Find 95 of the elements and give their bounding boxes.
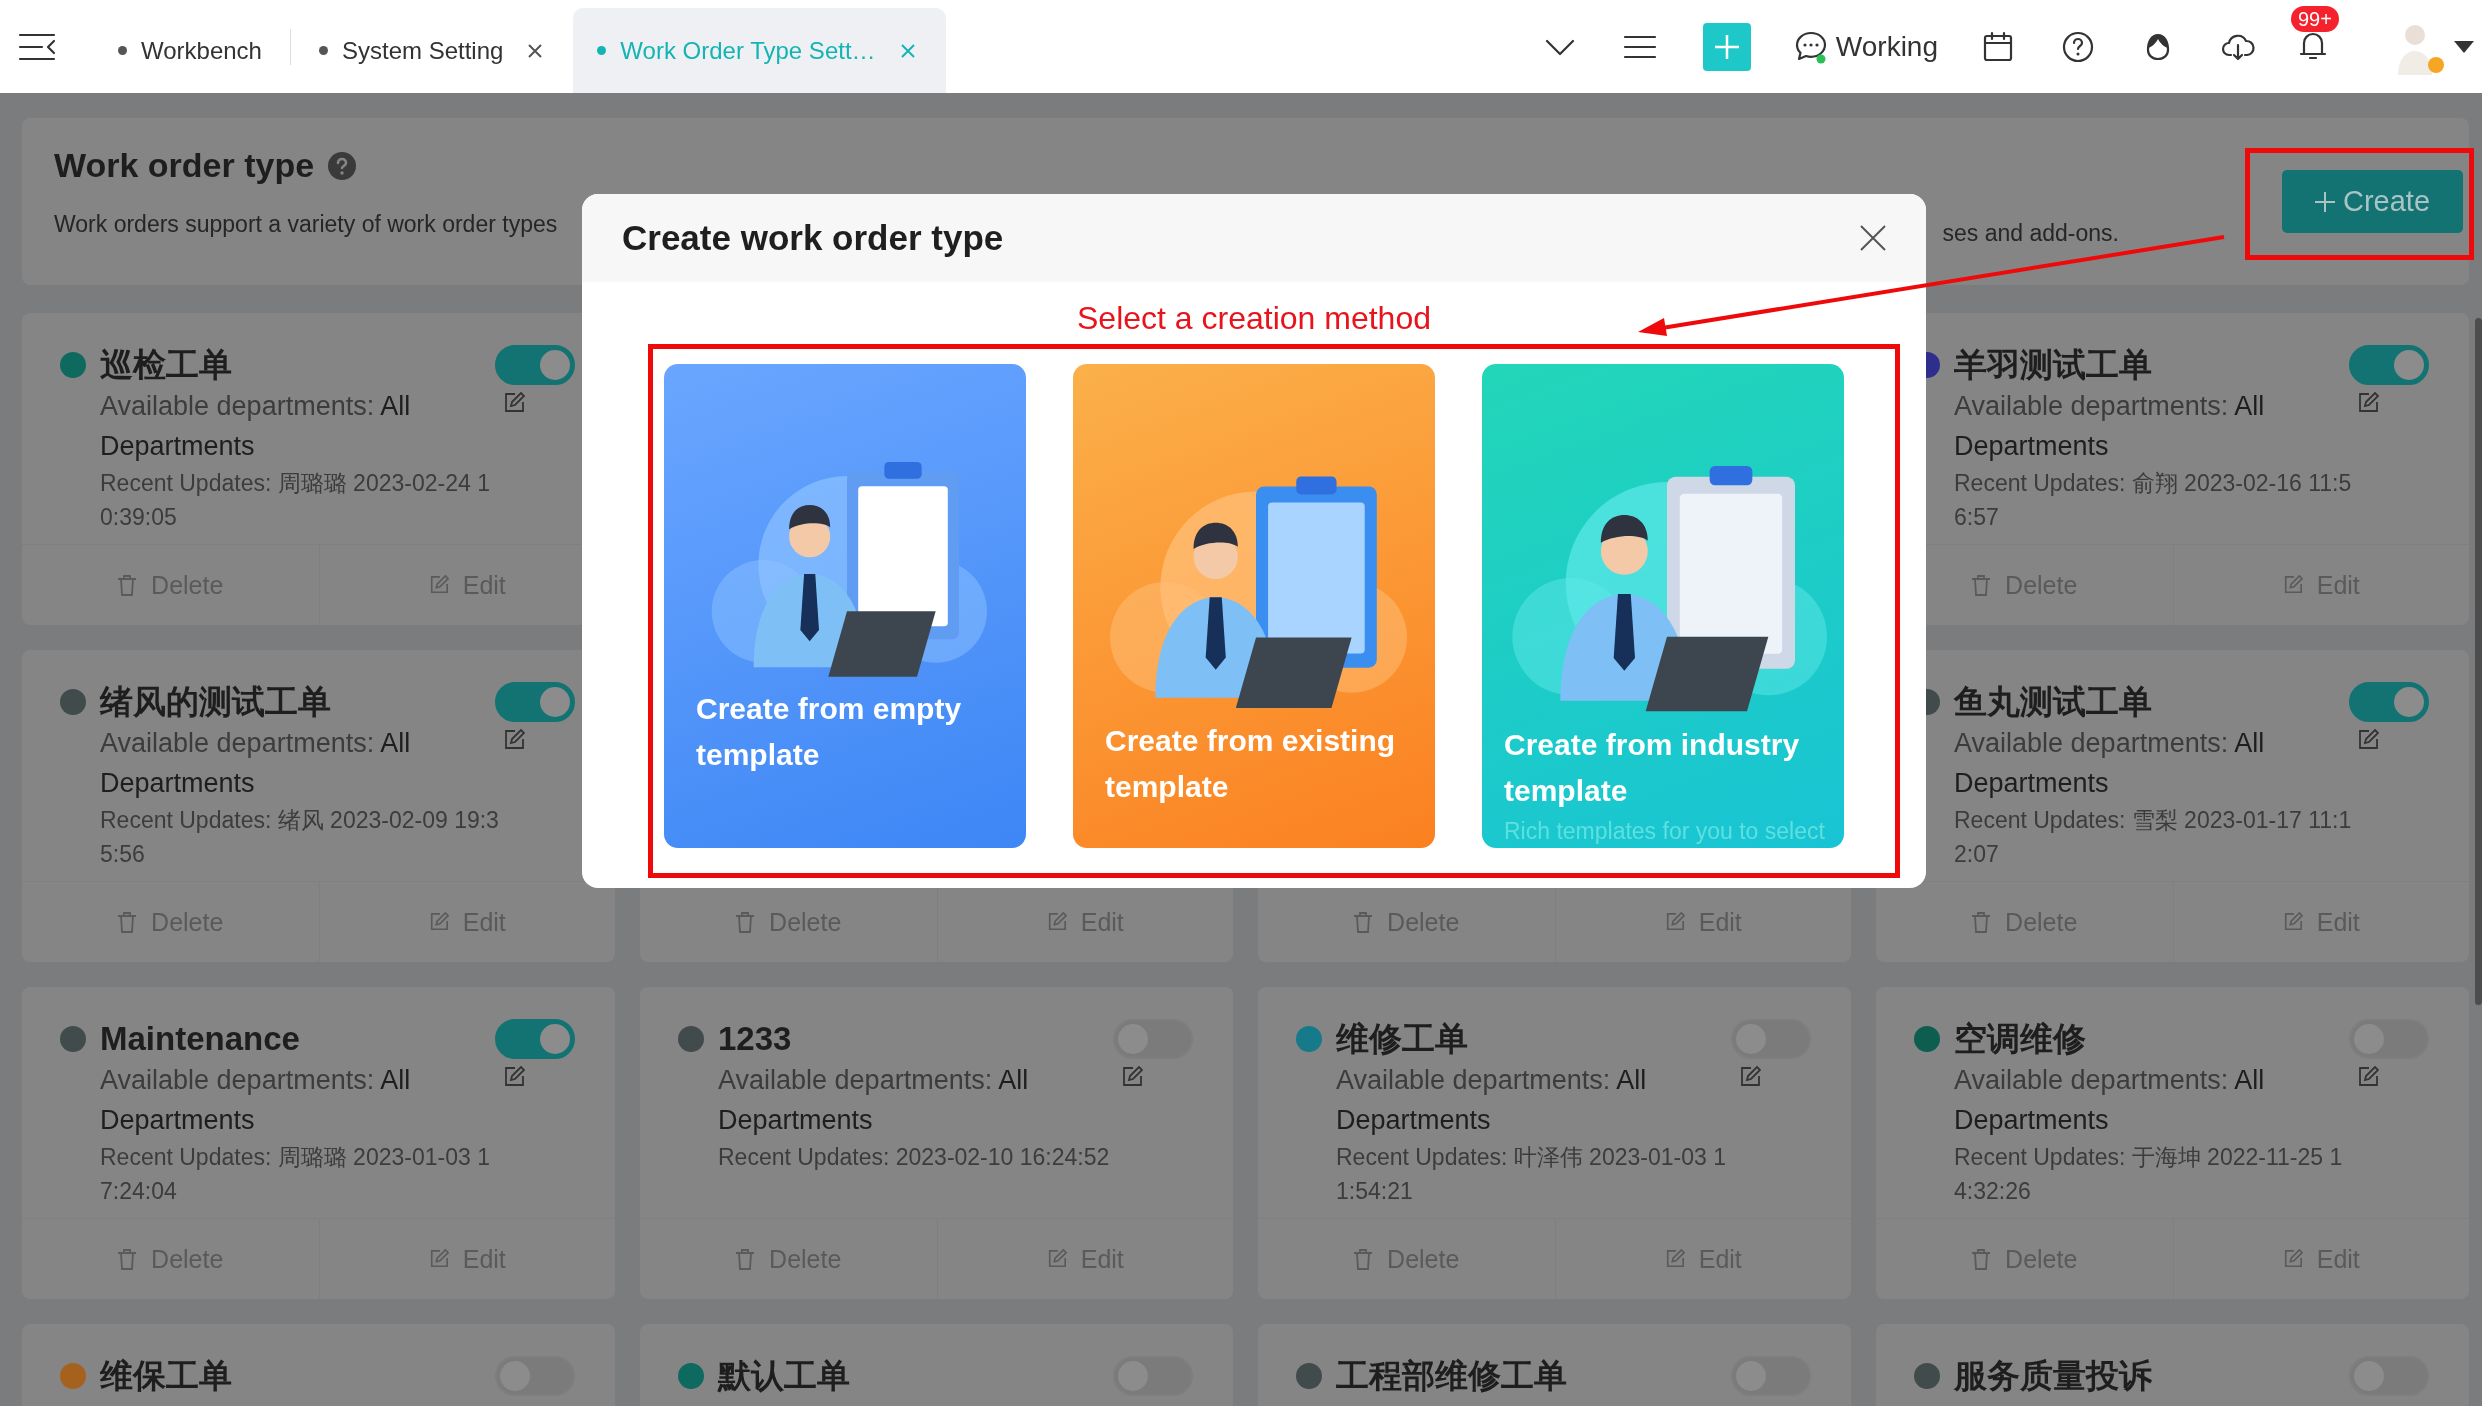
toggle-switch[interactable] (495, 1019, 575, 1059)
trash-icon (1353, 1248, 1374, 1270)
type-title: 工程部维修工单 (1336, 1356, 1567, 1396)
trash-icon (117, 1248, 138, 1270)
edit-icon (1664, 911, 1685, 933)
department-info: Available departments: All Departments (1336, 1064, 1648, 1137)
annotation-text: Select a creation method (1077, 299, 1431, 338)
toggle-switch[interactable] (495, 682, 575, 722)
tab[interactable]: Workbench (98, 8, 282, 93)
help-icon[interactable] (2061, 29, 2095, 64)
toggle-switch[interactable] (495, 345, 575, 385)
toggle-switch[interactable] (2349, 682, 2429, 722)
update-info: Recent Updates: 2023-02-10 16:24:52 (718, 1143, 1111, 1172)
status-dot (2428, 56, 2444, 73)
create-button[interactable]: Create (2282, 170, 2463, 233)
edit-icon (1046, 1248, 1067, 1270)
option-title: Create from industry template (1504, 727, 1801, 809)
type-title: 空调维修 (1954, 1019, 2086, 1059)
update-info: Recent Updates: 俞翔 2023-02-16 11:56:57 (1954, 469, 2353, 532)
edit-icon (1664, 1248, 1685, 1270)
update-info: Recent Updates: 叶泽伟 2023-01-03 11:54:21 (1336, 1143, 1727, 1206)
edit-icon (2282, 911, 2303, 933)
option-title: Create from empty template (696, 691, 963, 773)
trash-icon (117, 911, 138, 933)
type-title: 维保工单 (100, 1356, 232, 1396)
department-info: Available departments: All Departments (100, 727, 412, 800)
add-button[interactable] (1702, 22, 1751, 71)
option-card[interactable]: Create from empty template (664, 364, 1026, 848)
edit-icon (2282, 1248, 2303, 1270)
type-title: 巡检工单 (100, 345, 232, 385)
type-title: 羊羽测试工单 (1954, 345, 2152, 385)
close-icon (1860, 225, 1886, 251)
edit-icon[interactable] (2357, 392, 2379, 414)
dialog-title: Create work order type (622, 218, 1004, 258)
chat-icon (1793, 29, 1828, 64)
type-title: 服务质量投诉 (1954, 1356, 2152, 1396)
tab[interactable]: System Setting (298, 8, 564, 93)
update-info: Recent Updates: 绪风 2023-02-09 19:35:56 (100, 806, 500, 869)
page-description: ses and add-ons. (1942, 220, 2119, 247)
status-button[interactable]: Working (1793, 29, 1938, 64)
plus-icon (1713, 33, 1740, 60)
dot-icon (597, 46, 607, 55)
update-info: Recent Updates: 雪梨 2023-01-17 11:12:07 (1954, 806, 2353, 869)
edit-icon[interactable] (1739, 1066, 1761, 1088)
type-title: 维修工单 (1336, 1019, 1468, 1059)
edit-icon[interactable] (2357, 1066, 2379, 1088)
type-title: 鱼丸测试工单 (1954, 682, 2152, 722)
edit-icon (1046, 911, 1067, 933)
scrollbar-thumb[interactable] (2475, 318, 2482, 1005)
option-subtitle: Rich templates for you to select (1504, 817, 1826, 846)
dot-icon (118, 46, 127, 55)
update-info: Recent Updates: 周璐璐 2023-02-24 10:39:05 (100, 469, 491, 532)
edit-icon (428, 574, 449, 596)
notification-badge: 99+ (2291, 5, 2339, 32)
edit-icon (428, 1248, 449, 1270)
edit-icon[interactable] (503, 1066, 525, 1088)
update-info: Recent Updates: 于海坤 2022-11-25 14:32:26 (1954, 1143, 2344, 1206)
trash-icon (1353, 911, 1374, 933)
type-title: 1233 (718, 1019, 792, 1059)
department-info: Available departments: All Departments (1954, 390, 2266, 463)
trash-icon (735, 1248, 756, 1270)
trash-icon (1971, 911, 1992, 933)
trash-icon (1971, 574, 1992, 596)
edit-icon[interactable] (2357, 729, 2379, 751)
edit-icon (428, 911, 449, 933)
edit-icon (2282, 574, 2303, 596)
trash-icon (735, 911, 756, 933)
page-title: Work order type (54, 146, 315, 185)
toggle-switch[interactable] (2349, 345, 2429, 385)
plus-icon (2314, 191, 2335, 212)
trash-icon (117, 574, 138, 596)
tab[interactable]: Work Order Type Sett… (573, 8, 946, 93)
edit-icon[interactable] (503, 729, 525, 751)
type-title: 默认工单 (718, 1356, 850, 1396)
page-description: Work orders support a variety of work order types (54, 211, 558, 238)
trash-icon (1971, 1248, 1992, 1270)
update-info: Recent Updates: 周璐璐 2023-01-03 17:24:04 (100, 1143, 491, 1206)
edit-icon[interactable] (1121, 1066, 1143, 1088)
close-icon[interactable] (527, 42, 544, 59)
dot-icon (318, 46, 328, 55)
option-card[interactable]: Create from existing template (1073, 364, 1435, 848)
status-text: Working (1835, 30, 1938, 63)
department-info: Available departments: All Departments (100, 390, 412, 463)
option-card[interactable]: Create from industry template Rich templates for you to select (1482, 364, 1844, 848)
department-info: Available departments: All Departments (1954, 727, 2266, 800)
option-title: Create from existing template (1105, 723, 1397, 805)
department-info: Available departments: All Departments (718, 1064, 1030, 1137)
calendar-icon[interactable] (1981, 29, 2015, 64)
menu-icon[interactable] (18, 31, 56, 62)
type-title: Maintenance (100, 1019, 300, 1059)
department-info: Available departments: All Departments (100, 1064, 412, 1137)
edit-icon[interactable] (503, 392, 525, 414)
department-info: Available departments: All Departments (1954, 1064, 2266, 1137)
type-title: 绪风的测试工单 (100, 682, 331, 722)
caret-icon[interactable] (2454, 40, 2474, 53)
